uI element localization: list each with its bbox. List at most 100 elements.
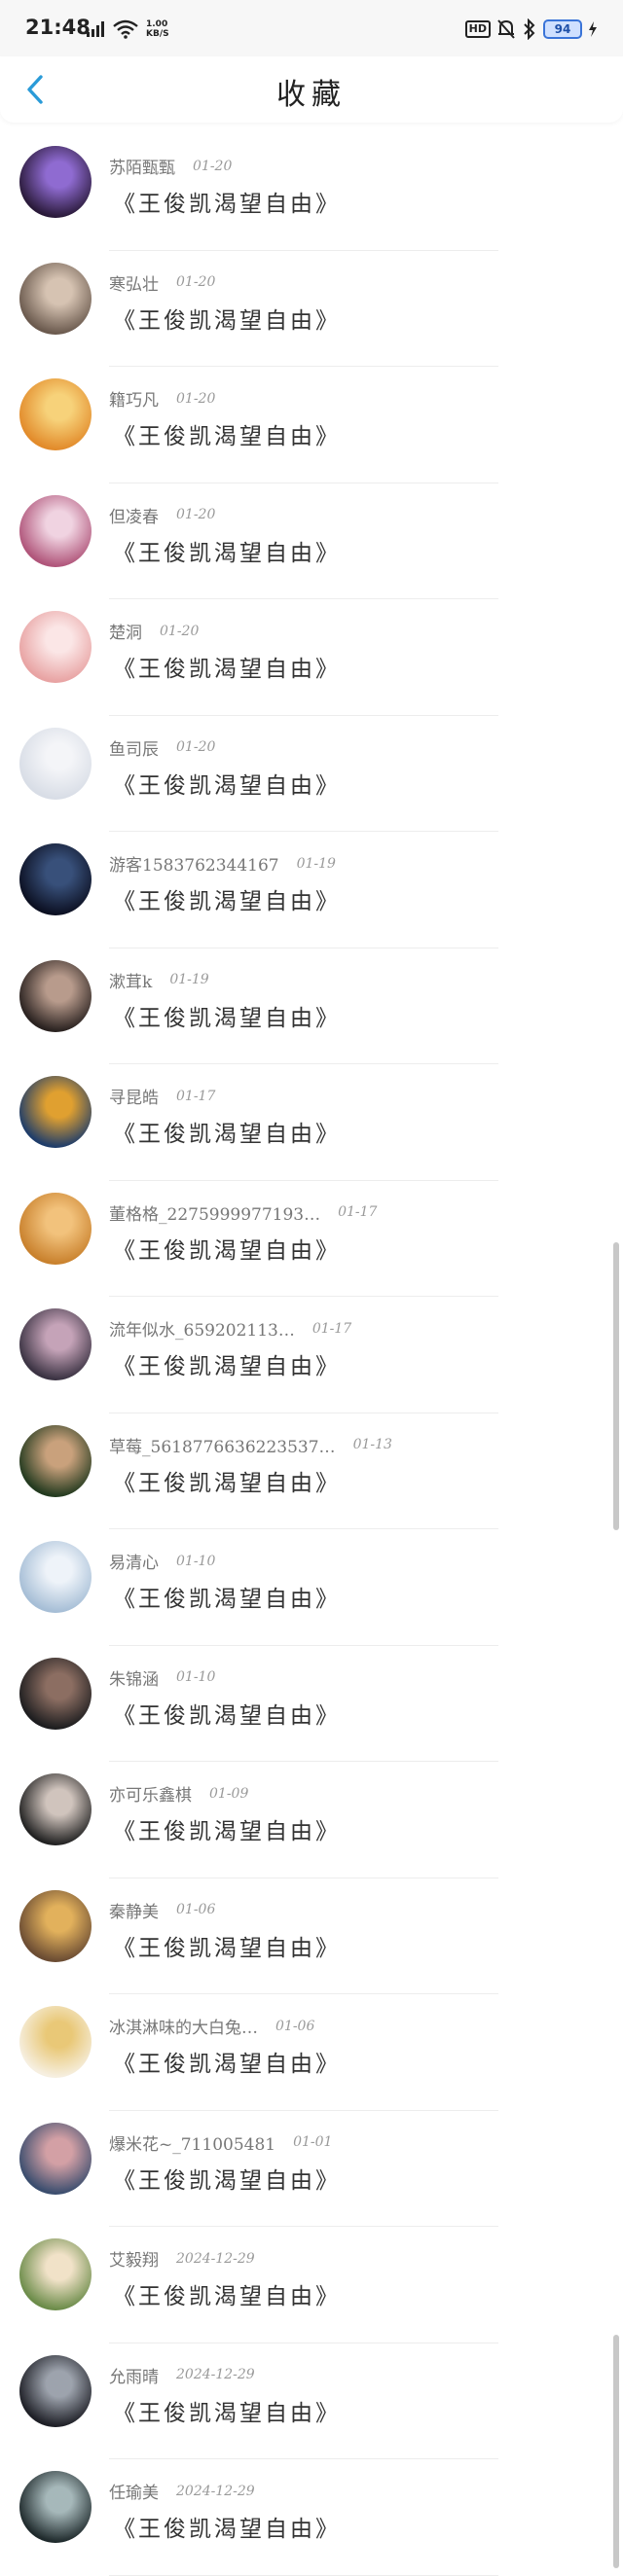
avatar[interactable] bbox=[19, 2471, 92, 2543]
item-title[interactable]: 《王俊凯渴望自由》 bbox=[113, 767, 341, 800]
username[interactable]: 冰淇淋味的大白兔… bbox=[109, 2014, 258, 2038]
username[interactable]: 寒弘壮 bbox=[109, 270, 159, 295]
list-item[interactable]: 籍巧凡 01-20 《王俊凯渴望自由》 bbox=[0, 367, 623, 483]
item-title[interactable]: 《王俊凯渴望自由》 bbox=[113, 1232, 341, 1265]
avatar[interactable] bbox=[19, 959, 92, 1032]
network-speed: 1.00 KB/S bbox=[146, 19, 169, 39]
item-title[interactable]: 《王俊凯渴望自由》 bbox=[113, 1812, 341, 1845]
item-title[interactable]: 《王俊凯渴望自由》 bbox=[113, 2277, 341, 2310]
username[interactable]: 董格格_2275999977193… bbox=[109, 1200, 320, 1225]
username[interactable]: 鱼司辰 bbox=[109, 735, 159, 760]
item-title[interactable]: 《王俊凯渴望自由》 bbox=[113, 2510, 341, 2543]
username[interactable]: 允雨晴 bbox=[109, 2363, 159, 2387]
username[interactable]: 寻昆皓 bbox=[109, 1084, 159, 1108]
username[interactable]: 楚洞 bbox=[109, 619, 142, 643]
avatar[interactable] bbox=[19, 1773, 92, 1845]
username[interactable]: 草莓_5618776636223537… bbox=[109, 1433, 336, 1457]
list-item[interactable]: 易清心 01-10 《王俊凯渴望自由》 bbox=[0, 1529, 623, 1646]
item-title[interactable]: 《王俊凯渴望自由》 bbox=[113, 882, 341, 915]
avatar[interactable] bbox=[19, 1192, 92, 1265]
username[interactable]: 但凌春 bbox=[109, 503, 159, 527]
avatar[interactable] bbox=[19, 2122, 92, 2195]
avatar[interactable] bbox=[19, 843, 92, 915]
avatar[interactable] bbox=[19, 146, 92, 218]
avatar[interactable] bbox=[19, 1308, 92, 1380]
status-right-icons: HD 94 bbox=[464, 18, 598, 41]
avatar[interactable] bbox=[19, 1541, 92, 1613]
username[interactable]: 易清心 bbox=[109, 1549, 159, 1573]
avatar[interactable] bbox=[19, 1424, 92, 1497]
username[interactable]: 籍巧凡 bbox=[109, 386, 159, 411]
item-title[interactable]: 《王俊凯渴望自由》 bbox=[113, 1697, 341, 1730]
list-item[interactable]: 鱼司辰 01-20 《王俊凯渴望自由》 bbox=[0, 716, 623, 832]
list-item[interactable]: 秦静美 01-06 《王俊凯渴望自由》 bbox=[0, 1878, 623, 1994]
list-item[interactable]: 任瑜美 2024-12-29 《王俊凯渴望自由》 bbox=[0, 2459, 623, 2576]
list-item[interactable]: 苏陌甄甄 01-20 《王俊凯渴望自由》 bbox=[0, 134, 623, 251]
item-title[interactable]: 《王俊凯渴望自由》 bbox=[113, 2394, 341, 2427]
avatar[interactable] bbox=[19, 611, 92, 683]
item-date: 01-20 bbox=[176, 739, 216, 755]
scrollbar[interactable] bbox=[613, 1242, 619, 1530]
username[interactable]: 朱锦涵 bbox=[109, 1665, 159, 1690]
username[interactable]: 秦静美 bbox=[109, 1898, 159, 1922]
avatar[interactable] bbox=[19, 1076, 92, 1148]
item-title[interactable]: 《王俊凯渴望自由》 bbox=[113, 1464, 341, 1497]
list-item[interactable]: 董格格_2275999977193… 01-17 《王俊凯渴望自由》 bbox=[0, 1181, 623, 1297]
list-item[interactable]: 但凌春 01-20 《王俊凯渴望自由》 bbox=[0, 483, 623, 599]
list-item[interactable]: 允雨晴 2024-12-29 《王俊凯渴望自由》 bbox=[0, 2343, 623, 2459]
item-title[interactable]: 《王俊凯渴望自由》 bbox=[113, 1115, 341, 1148]
item-title[interactable]: 《王俊凯渴望自由》 bbox=[113, 1929, 341, 1962]
wifi-icon bbox=[113, 19, 138, 39]
avatar[interactable] bbox=[19, 1657, 92, 1730]
item-title[interactable]: 《王俊凯渴望自由》 bbox=[113, 1580, 341, 1613]
list-item[interactable]: 朱锦涵 01-10 《王俊凯渴望自由》 bbox=[0, 1646, 623, 1762]
item-date: 01-17 bbox=[312, 1320, 352, 1337]
signal-icon bbox=[87, 21, 104, 37]
username[interactable]: 任瑜美 bbox=[109, 2479, 159, 2503]
item-date: 01-01 bbox=[293, 2134, 333, 2150]
list-item[interactable]: 寻昆皓 01-17 《王俊凯渴望自由》 bbox=[0, 1064, 623, 1181]
list-item[interactable]: 草莓_5618776636223537… 01-13 《王俊凯渴望自由》 bbox=[0, 1413, 623, 1529]
avatar[interactable] bbox=[19, 262, 92, 335]
list-item[interactable]: 流年似水_659202113… 01-17 《王俊凯渴望自由》 bbox=[0, 1297, 623, 1413]
item-title[interactable]: 《王俊凯渴望自由》 bbox=[113, 417, 341, 450]
username[interactable]: 亦可乐鑫棋 bbox=[109, 1781, 192, 1806]
header: 收藏 bbox=[0, 56, 623, 123]
username[interactable]: 艾毅翔 bbox=[109, 2246, 159, 2271]
list-item[interactable]: 冰淇淋味的大白兔… 01-06 《王俊凯渴望自由》 bbox=[0, 1994, 623, 2111]
item-meta: 朱锦涵 01-10 bbox=[109, 1665, 215, 1690]
scrollbar-thumb-lower[interactable] bbox=[613, 2335, 619, 2568]
avatar[interactable] bbox=[19, 727, 92, 800]
item-meta: 但凌春 01-20 bbox=[109, 503, 215, 527]
item-title[interactable]: 《王俊凯渴望自由》 bbox=[113, 534, 341, 567]
item-title[interactable]: 《王俊凯渴望自由》 bbox=[113, 650, 341, 683]
item-meta: 籍巧凡 01-20 bbox=[109, 386, 215, 411]
avatar[interactable] bbox=[19, 2238, 92, 2310]
item-meta: 寒弘壮 01-20 bbox=[109, 270, 215, 295]
username[interactable]: 漱茸k bbox=[109, 968, 152, 992]
avatar[interactable] bbox=[19, 1889, 92, 1962]
item-title[interactable]: 《王俊凯渴望自由》 bbox=[113, 2045, 341, 2078]
item-title[interactable]: 《王俊凯渴望自由》 bbox=[113, 1347, 341, 1380]
username[interactable]: 流年似水_659202113… bbox=[109, 1316, 295, 1341]
item-title[interactable]: 《王俊凯渴望自由》 bbox=[113, 2162, 341, 2195]
username[interactable]: 游客1583762344167 bbox=[109, 851, 279, 876]
list-item[interactable]: 寒弘壮 01-20 《王俊凯渴望自由》 bbox=[0, 251, 623, 367]
avatar[interactable] bbox=[19, 494, 92, 567]
list-item[interactable]: 亦可乐鑫棋 01-09 《王俊凯渴望自由》 bbox=[0, 1762, 623, 1878]
item-title[interactable]: 《王俊凯渴望自由》 bbox=[113, 999, 341, 1032]
username[interactable]: 苏陌甄甄 bbox=[109, 154, 175, 178]
list-item[interactable]: 楚洞 01-20 《王俊凯渴望自由》 bbox=[0, 599, 623, 716]
avatar[interactable] bbox=[19, 2354, 92, 2427]
list-item[interactable]: 爆米花~_711005481 01-01 《王俊凯渴望自由》 bbox=[0, 2111, 623, 2227]
scrollbar-thumb[interactable] bbox=[613, 1242, 619, 1530]
item-meta: 任瑜美 2024-12-29 bbox=[109, 2479, 255, 2504]
list-item[interactable]: 艾毅翔 2024-12-29 《王俊凯渴望自由》 bbox=[0, 2227, 623, 2343]
list-item[interactable]: 游客1583762344167 01-19 《王俊凯渴望自由》 bbox=[0, 832, 623, 948]
username[interactable]: 爆米花~_711005481 bbox=[109, 2130, 275, 2155]
item-title[interactable]: 《王俊凯渴望自由》 bbox=[113, 185, 341, 218]
avatar[interactable] bbox=[19, 378, 92, 450]
avatar[interactable] bbox=[19, 2006, 92, 2078]
item-title[interactable]: 《王俊凯渴望自由》 bbox=[113, 302, 341, 335]
list-item[interactable]: 漱茸k 01-19 《王俊凯渴望自由》 bbox=[0, 948, 623, 1064]
